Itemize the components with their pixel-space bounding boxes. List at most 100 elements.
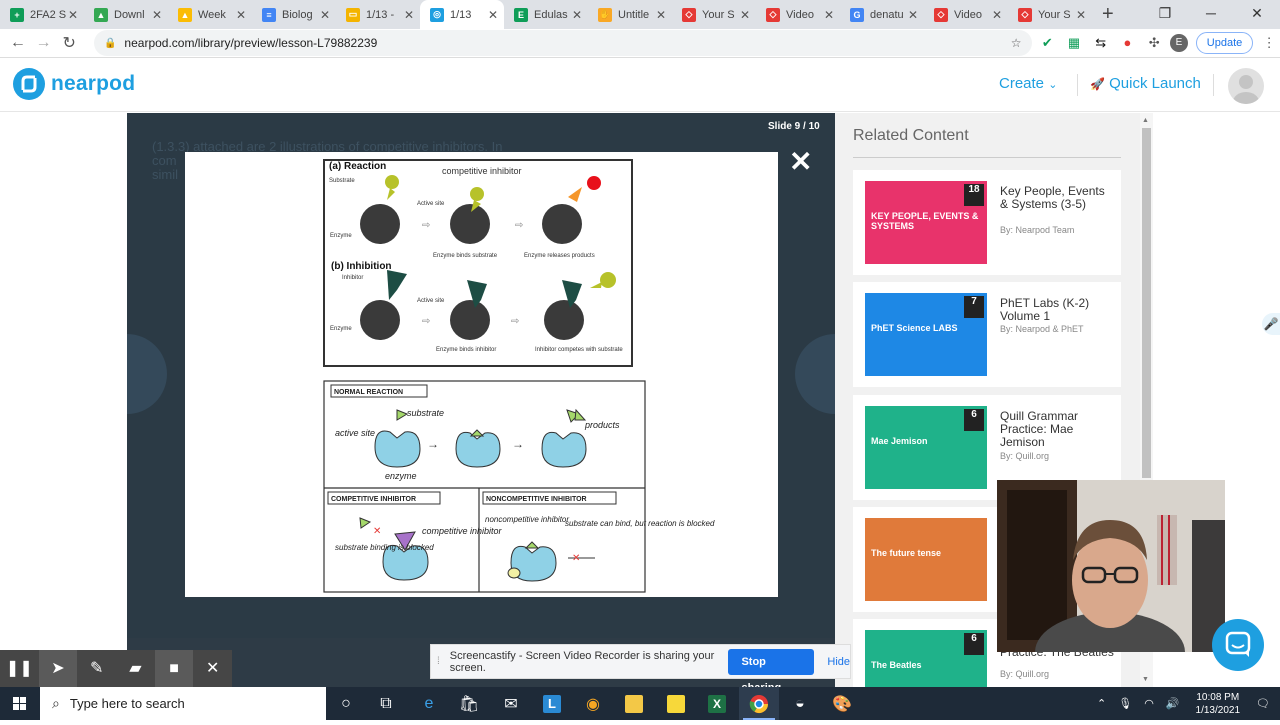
eraser-icon[interactable]: ▰ [116, 650, 155, 687]
profile-avatar-icon[interactable]: E [1170, 34, 1188, 52]
tab-close-icon[interactable]: ✕ [486, 8, 500, 22]
browser-tab[interactable]: ▲ Week ✕ [168, 0, 252, 29]
tab-close-icon[interactable]: ✕ [318, 8, 332, 22]
card-thumbnail[interactable]: The future tense [865, 518, 987, 601]
related-divider [853, 157, 1121, 158]
chrome-icon[interactable] [739, 687, 779, 720]
browser-tab[interactable]: ◎ 1/13 ✕ [420, 0, 504, 29]
hide-link[interactable]: Hide [827, 656, 850, 668]
scrollbar-thumb[interactable] [1142, 128, 1151, 478]
tab-close-icon[interactable]: ✕ [150, 8, 164, 22]
tab-close-icon[interactable]: ✕ [66, 8, 80, 22]
tab-close-icon[interactable]: ✕ [402, 8, 416, 22]
card-title[interactable]: Key People, Events & Systems (3-5) [1000, 185, 1115, 211]
browser-tab[interactable]: ◇ Your S ✕ [1008, 0, 1092, 29]
browser-tab[interactable]: ≡ Biolog ✕ [252, 0, 336, 29]
tab-close-icon[interactable]: ✕ [234, 8, 248, 22]
sticky-notes-icon[interactable] [656, 687, 696, 720]
app-orange-icon[interactable]: ◉ [573, 687, 613, 720]
notifications-icon[interactable]: 🗨 [1256, 697, 1270, 710]
browser-tab[interactable]: ✋ Untitle ✕ [588, 0, 672, 29]
tab-close-icon[interactable]: ✕ [822, 8, 836, 22]
pen-icon[interactable]: ✎ [77, 650, 116, 687]
tab-close-icon[interactable]: ✕ [570, 8, 584, 22]
wifi-icon[interactable]: ◠ [1144, 697, 1154, 710]
create-menu-button[interactable]: Create ⌄ [999, 75, 1057, 92]
related-card[interactable]: KEY PEOPLE, EVENTS & SYSTEMS 18 Key People… [853, 170, 1121, 275]
related-card[interactable]: PhET Science LABS 7 PhET Labs (K-2) Volume… [853, 282, 1121, 387]
microphone-tray-icon[interactable]: 🎙 [1118, 697, 1132, 710]
mail-icon[interactable]: ✉ [491, 687, 531, 720]
store-icon[interactable]: 🛍 [449, 687, 489, 720]
card-thumbnail[interactable]: KEY PEOPLE, EVENTS & SYSTEMS 18 [865, 181, 987, 264]
extension-arrows-icon[interactable]: ⇆ [1090, 34, 1112, 52]
pointer-icon[interactable]: ➤ [38, 650, 78, 687]
tab-close-icon[interactable]: ✕ [738, 8, 752, 22]
new-tab-button[interactable]: + [1092, 0, 1124, 29]
reload-icon[interactable]: ↻ [56, 33, 82, 53]
tab-close-icon[interactable]: ✕ [906, 8, 920, 22]
close-window-button[interactable]: ✕ [1234, 0, 1280, 29]
windows-start-icon[interactable] [0, 687, 40, 720]
excel-icon[interactable]: X [697, 687, 737, 720]
update-button[interactable]: Update [1195, 32, 1254, 54]
close-toolbar-icon[interactable]: ✕ [193, 650, 232, 687]
minimize-button[interactable]: ─ [1188, 0, 1234, 29]
app-l-icon[interactable]: L [532, 687, 572, 720]
app-gauge-icon[interactable]: ◒ [780, 687, 820, 720]
extension-check-icon[interactable]: ✔ [1037, 34, 1059, 52]
bookmark-star-icon[interactable]: ☆ [1011, 36, 1022, 50]
camera-icon[interactable]: ■ [154, 650, 194, 687]
nearpod-logo-icon[interactable] [13, 68, 45, 100]
tab-close-icon[interactable]: ✕ [990, 8, 1004, 22]
browser-tab[interactable]: ▲ Downl ✕ [84, 0, 168, 29]
back-arrow-icon[interactable]: ← [5, 34, 31, 52]
card-thumbnail[interactable]: PhET Science LABS 7 [865, 293, 987, 376]
browser-tab[interactable]: E Edulas ✕ [504, 0, 588, 29]
card-thumbnail[interactable]: The Beatles 6 [865, 630, 987, 687]
browser-tab[interactable]: ◇ Your S ✕ [672, 0, 756, 29]
cortana-icon[interactable]: ○ [326, 687, 366, 720]
microphone-icon[interactable]: 🎤 [1262, 313, 1280, 335]
tab-title: 1/13 - [366, 8, 395, 21]
browser-tab[interactable]: ◇ Video ✕ [924, 0, 1008, 29]
maximize-button[interactable]: ❐ [1142, 0, 1188, 29]
forward-arrow-icon[interactable]: → [31, 34, 57, 52]
scroll-up-arrow-icon[interactable]: ▲ [1142, 117, 1149, 124]
browser-tab[interactable]: ◇ Video ✕ [756, 0, 840, 29]
tab-close-icon[interactable]: ✕ [1074, 8, 1088, 22]
card-title[interactable]: Quill Grammar Practice: Mae Jemison [1000, 410, 1115, 449]
scroll-down-arrow-icon[interactable]: ▼ [1142, 676, 1149, 683]
tab-close-icon[interactable]: ✕ [654, 8, 668, 22]
close-viewer-icon[interactable]: ✕ [789, 148, 812, 176]
nearpod-logo-text[interactable]: nearpod [51, 72, 135, 96]
browser-tab[interactable]: Gdenatu ✕ [840, 0, 924, 29]
user-avatar[interactable] [1228, 68, 1264, 104]
address-bar[interactable]: 🔒 nearpod.com/library/preview/lesson-L79… [93, 30, 1032, 56]
card-thumbnail[interactable]: Mae Jemison 6 [865, 406, 987, 489]
chat-support-icon[interactable] [1212, 619, 1264, 671]
tray-chevron-icon[interactable]: ⌃ [1097, 697, 1106, 710]
card-title[interactable]: PhET Labs (K-2) Volume 1 [1000, 297, 1115, 323]
extensions-puzzle-icon[interactable]: ✣ [1143, 34, 1165, 52]
drag-handle-icon[interactable]: ⁞ [437, 656, 440, 667]
browser-toolbar: ← → ↻ 🔒 nearpod.com/library/preview/less… [0, 29, 1280, 58]
quick-launch-button[interactable]: 🚀 Quick Launch [1090, 75, 1201, 92]
menu-kebab-icon[interactable]: ⋮ [1258, 34, 1280, 52]
file-explorer-icon[interactable] [614, 687, 654, 720]
browser-tab[interactable]: ▭ 1/13 - ✕ [336, 0, 420, 29]
stop-sharing-button[interactable]: Stop sharing [728, 648, 815, 694]
taskbar-search-box[interactable]: ⌕ Type here to search [40, 687, 326, 720]
clock[interactable]: 10:08 PM 1/13/2021 [1196, 691, 1241, 717]
extension-sheets-icon[interactable]: ▦ [1063, 34, 1085, 52]
volume-icon[interactable]: 🔊 [1166, 697, 1180, 710]
browser-tab[interactable]: +2FA2 S ✕ [0, 0, 84, 29]
edge-icon[interactable]: e [409, 687, 449, 720]
task-view-icon[interactable]: ⧉ [366, 687, 406, 720]
lock-icon: 🔒 [103, 37, 117, 49]
tab-title: Downl [114, 8, 145, 21]
pause-icon[interactable]: ❚❚ [0, 650, 39, 687]
tab-favicon-icon: G [850, 7, 864, 22]
app-paint-icon[interactable]: 🎨 [822, 687, 862, 720]
extension-record-icon[interactable]: ● [1117, 34, 1139, 52]
